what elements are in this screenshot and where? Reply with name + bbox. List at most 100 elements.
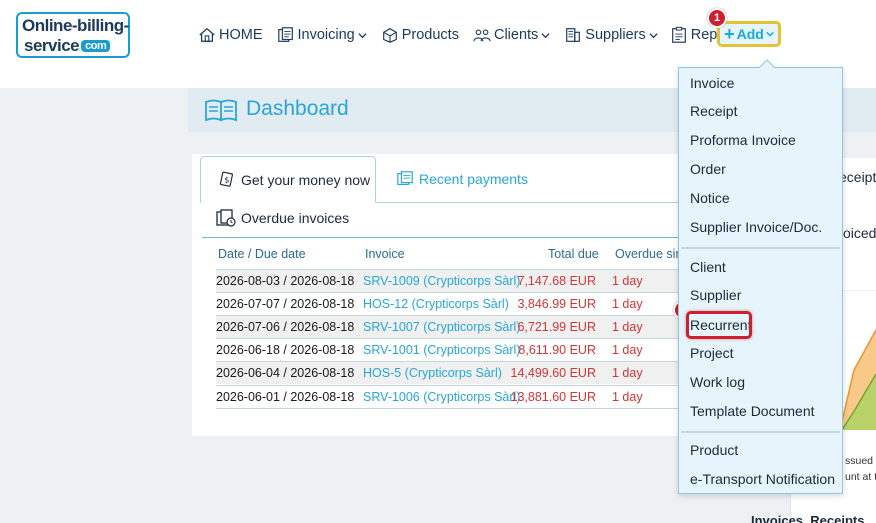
- chevron-down-icon: [649, 32, 658, 38]
- table-row: 2026-07-07 / 2026-08-18 HOS-12 (Cryptico…: [216, 292, 680, 315]
- table-bottom-rule: [216, 408, 680, 409]
- side-invoiced-label: oiced: [843, 225, 876, 241]
- side-note-line-1: ssued ar: [845, 455, 876, 467]
- row-invoice-link[interactable]: SRV-1007 (Crypticorps Sàrl): [363, 320, 520, 334]
- nav-suppliers-label: Suppliers: [585, 27, 646, 43]
- tab-get-your-money-now[interactable]: $ Get your money now: [200, 156, 376, 203]
- side-receipt-tab[interactable]: eceipt: [839, 169, 876, 185]
- menu-item-product[interactable]: Product: [690, 442, 738, 458]
- nav-products-label: Products: [401, 27, 459, 43]
- overdue-invoice-icon: [216, 209, 236, 227]
- overdue-heading: Overdue invoices: [216, 209, 349, 227]
- row-date: 2026-08-03 / 2026-08-18: [216, 274, 355, 288]
- menu-item-recurrent[interactable]: Recurrent: [690, 317, 751, 333]
- add-button-label: Add: [736, 26, 764, 42]
- menu-item-notice[interactable]: Notice: [690, 190, 730, 206]
- menu-item-supplier[interactable]: Supplier: [690, 287, 741, 303]
- reports-clipboard-icon: [671, 26, 686, 43]
- column-header-invoice: Invoice: [365, 247, 405, 261]
- brand-logo[interactable]: Online-billing- service com: [16, 12, 130, 58]
- side-note-line-2: unt at th: [845, 471, 876, 483]
- logo-line-2: service com: [24, 36, 111, 56]
- menu-item-order[interactable]: Order: [690, 161, 726, 177]
- column-header-overdue-since: Overdue sin: [615, 247, 683, 261]
- row-date: 2026-07-06 / 2026-08-18: [216, 320, 355, 334]
- side-bottom-title: Invoices, Receipts: [751, 513, 865, 523]
- table-row: 2026-07-06 / 2026-08-18 SRV-1007 (Crypti…: [216, 315, 680, 338]
- table-header-rule: [202, 237, 680, 238]
- nav-suppliers[interactable]: Suppliers: [564, 24, 658, 46]
- nav-home[interactable]: HOME: [198, 24, 263, 46]
- row-invoice-link[interactable]: SRV-1006 (Crypticorps Sàrl): [363, 390, 520, 404]
- table-row: 2026-06-01 / 2026-08-18 SRV-1006 (Crypti…: [216, 385, 680, 408]
- table-row: 2026-08-03 / 2026-08-18 SRV-1009 (Crypti…: [216, 269, 680, 292]
- nav-home-label: HOME: [219, 27, 263, 43]
- menu-item-client[interactable]: Client: [690, 259, 726, 275]
- svg-text:$: $: [224, 174, 229, 184]
- invoice-stack-icon: [277, 27, 293, 42]
- nav-products[interactable]: Products: [381, 24, 459, 46]
- menu-item-invoice[interactable]: Invoice: [690, 75, 734, 91]
- nav-invoicing[interactable]: Invoicing: [277, 24, 367, 46]
- row-overdue-days: 1 day: [612, 274, 643, 288]
- row-overdue-days: 1 day: [612, 320, 643, 334]
- menu-item-template-document[interactable]: Template Document: [690, 403, 815, 419]
- row-total-due: 7,147.68 EUR: [517, 274, 596, 288]
- main-nav: HOME Invoicing Products Clients Supplier…: [198, 24, 752, 46]
- menu-item-work-log[interactable]: Work log: [690, 374, 745, 390]
- products-box-icon: [382, 28, 397, 43]
- plus-icon: +: [724, 24, 735, 44]
- column-header-total-due: Total due: [548, 247, 599, 261]
- row-total-due: 13,881.60 EUR: [510, 390, 596, 404]
- logo-service-text: service: [24, 36, 80, 55]
- row-invoice-link[interactable]: SRV-1001 (Crypticorps Sàrl): [363, 343, 520, 357]
- row-date: 2026-06-04 / 2026-08-18: [216, 366, 355, 380]
- tab-recent-payments[interactable]: Recent payments: [396, 168, 528, 190]
- row-date: 2026-07-07 / 2026-08-18: [216, 297, 355, 311]
- step-callout-badge: 1: [707, 8, 727, 28]
- clients-group-icon: [473, 29, 491, 42]
- tab-active-label: Get your money now: [241, 171, 371, 188]
- tab-inactive-label: Recent payments: [419, 171, 528, 187]
- menu-item-receipt[interactable]: Receipt: [690, 103, 737, 119]
- chevron-down-icon: [766, 31, 774, 37]
- dashboard-book-icon: [205, 99, 237, 122]
- row-overdue-days: 1 day: [612, 390, 643, 404]
- logo-com-badge: com: [81, 40, 111, 52]
- table-row: 2026-06-18 / 2026-08-18 SRV-1001 (Crypti…: [216, 338, 680, 361]
- menu-item-project[interactable]: Project: [690, 345, 734, 361]
- column-header-date: Date / Due date: [218, 247, 306, 261]
- page-title: Dashboard: [246, 97, 349, 120]
- table-row: 2026-06-04 / 2026-08-18 HOS-5 (Crypticor…: [216, 361, 680, 384]
- menu-item-supplier-invoice[interactable]: Supplier Invoice/Doc.: [690, 219, 822, 235]
- logo-line-1: Online-billing-: [22, 16, 129, 35]
- row-overdue-days: 1 day: [612, 297, 643, 311]
- nav-clients[interactable]: Clients: [473, 24, 550, 46]
- menu-separator: [681, 431, 840, 433]
- add-button[interactable]: + Add: [717, 21, 781, 47]
- row-overdue-days: 1 day: [612, 366, 643, 380]
- nav-invoicing-label: Invoicing: [297, 27, 355, 43]
- chevron-down-icon: [541, 32, 550, 38]
- menu-caret-arrow: [759, 59, 775, 68]
- row-total-due: 6,721.99 EUR: [517, 320, 596, 334]
- overdue-heading-label: Overdue invoices: [241, 210, 350, 226]
- row-invoice-link[interactable]: SRV-1009 (Crypticorps Sàrl): [363, 274, 520, 288]
- payments-icon: [397, 171, 413, 185]
- row-date: 2026-06-18 / 2026-08-18: [216, 343, 355, 357]
- money-hand-icon: $: [219, 171, 234, 187]
- row-invoice-link[interactable]: HOS-12 (Crypticorps Sàrl): [363, 297, 509, 311]
- row-total-due: 3,846.99 EUR: [517, 297, 596, 311]
- row-total-due: 8,611.90 EUR: [518, 343, 596, 357]
- chevron-down-icon: [358, 32, 367, 38]
- row-total-due: 14,499.60 EUR: [510, 366, 596, 380]
- menu-separator: [681, 247, 840, 249]
- add-dropdown-menu: Invoice Receipt Proforma Invoice Order N…: [678, 67, 843, 494]
- row-invoice-link[interactable]: HOS-5 (Crypticorps Sàrl): [363, 366, 502, 380]
- row-date: 2026-06-01 / 2026-08-18: [216, 390, 355, 404]
- menu-item-proforma-invoice[interactable]: Proforma Invoice: [690, 132, 796, 148]
- menu-item-e-transport-notification[interactable]: e-Transport Notification: [690, 471, 835, 487]
- row-overdue-days: 1 day: [612, 343, 643, 357]
- home-icon: [199, 27, 215, 42]
- nav-clients-label: Clients: [493, 27, 539, 43]
